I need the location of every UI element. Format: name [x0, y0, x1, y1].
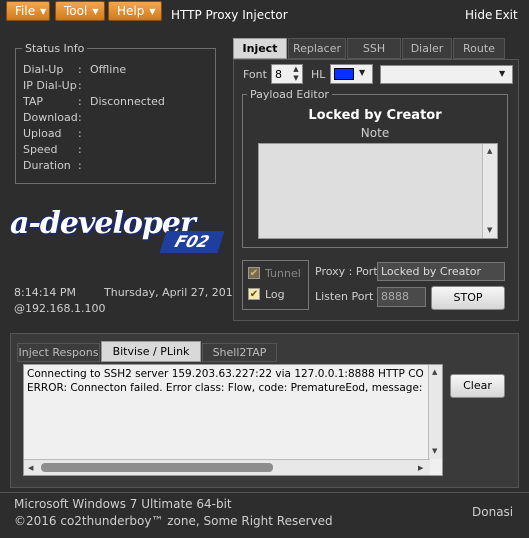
status-row-tap: TAP: Disconnected — [23, 95, 165, 108]
payload-textarea[interactable]: ▲ ▼ — [258, 143, 498, 239]
highlight-color-picker[interactable]: ▼ — [330, 64, 373, 84]
tab-inject-respons[interactable]: Inject Respons — [17, 343, 100, 362]
tunnel-label: Tunnel — [265, 267, 301, 280]
font-size-value: 8 — [275, 68, 282, 81]
ip-address: @192.168.1.100 — [14, 302, 106, 315]
copyright: ©2016 co2thunderboy™ zone, Some Right Re… — [14, 514, 333, 528]
stepper-up-icon[interactable]: ▲ — [290, 65, 302, 74]
tap-value: Disconnected — [90, 95, 165, 108]
status-row-dialup: Dial-Up: Offline — [23, 63, 127, 76]
hide-button[interactable]: Hide — [465, 8, 492, 22]
chevron-down-icon: ▼ — [92, 7, 99, 16]
chevron-down-icon: ▼ — [499, 69, 506, 78]
log-horizontal-scrollbar[interactable]: ◀ ▶ — [24, 459, 430, 475]
chevron-down-icon: ▼ — [40, 7, 47, 16]
scroll-thumb[interactable] — [41, 463, 273, 472]
file-menu-label: File — [15, 4, 36, 18]
clock-time: 8:14:14 PM — [14, 286, 77, 299]
scroll-left-icon[interactable]: ◀ — [28, 464, 33, 472]
scroll-up-icon[interactable]: ▲ — [432, 368, 437, 376]
log-output[interactable]: ▲ ▼ ◀ ▶ — [23, 364, 443, 476]
listen-port-field[interactable]: 8888 — [377, 287, 426, 307]
clear-button[interactable]: Clear — [450, 374, 505, 398]
log-checkbox[interactable]: ✔ — [248, 288, 260, 300]
editor-title: Locked by Creator — [308, 108, 442, 123]
tab-replacer[interactable]: Replacer — [288, 38, 346, 59]
tool-menu-label: Tool — [64, 4, 88, 18]
editor-note: Note — [360, 126, 390, 140]
listen-port-label: Listen Port — [315, 290, 374, 303]
app-title: HTTP Proxy Injector — [171, 8, 288, 22]
font-label: Font — [243, 68, 267, 81]
log-line: ERROR: Connecton failed. Error class: Fl… — [27, 382, 423, 394]
textarea-scrollbar[interactable]: ▲ ▼ — [482, 144, 497, 238]
tab-route[interactable]: Route — [453, 38, 505, 59]
exit-button[interactable]: Exit — [495, 8, 518, 22]
proxy-port-field[interactable]: Locked by Creator — [377, 262, 505, 281]
highlight-color-swatch — [334, 68, 354, 80]
tunnel-checkbox[interactable]: ✔ — [248, 267, 260, 279]
stepper-down-icon[interactable]: ▼ — [290, 74, 302, 83]
stop-button[interactable]: STOP — [431, 286, 505, 310]
tab-ssh[interactable]: SSH — [347, 38, 401, 59]
chevron-down-icon: ▼ — [359, 68, 366, 77]
donasi-link[interactable]: Donasi — [472, 505, 513, 519]
status-row-speed: Speed: — [23, 143, 82, 156]
payload-editor-legend: Payload Editor — [247, 88, 332, 101]
chevron-down-icon: ▼ — [149, 7, 156, 16]
scroll-down-icon[interactable]: ▼ — [487, 226, 492, 234]
footer-divider — [0, 492, 529, 493]
hl-label: HL — [311, 68, 326, 81]
proxy-port-label: Proxy : Port — [315, 265, 378, 278]
dialup-value: Offline — [90, 63, 127, 76]
clock-date: Thursday, April 27, 2017 — [104, 286, 240, 299]
scroll-up-icon[interactable]: ▲ — [487, 147, 492, 155]
log-vertical-scrollbar[interactable]: ▲ ▼ — [428, 365, 442, 459]
os-info: Microsoft Windows 7 Ultimate 64-bit — [14, 497, 232, 511]
tab-inject[interactable]: Inject — [233, 38, 287, 59]
file-menu[interactable]: File ▼ — [6, 1, 50, 21]
tab-bitvise-plink-log[interactable]: Bitvise / PLink Log — [101, 341, 201, 378]
scroll-down-icon[interactable]: ▼ — [432, 447, 437, 455]
status-row-ip-dialup: IP Dial-Up: — [23, 79, 82, 92]
tab-dialer[interactable]: Dialer — [402, 38, 452, 59]
font-size-stepper[interactable]: 8 ▲ ▼ — [271, 64, 303, 84]
tool-menu[interactable]: Tool ▼ — [55, 1, 105, 21]
payload-select[interactable]: ▼ — [380, 65, 513, 84]
status-row-download: Download: — [23, 111, 82, 124]
logo-badge: F02 — [159, 231, 225, 253]
status-row-duration: Duration: — [23, 159, 82, 172]
help-menu-label: Help — [117, 4, 145, 18]
tab-shell2tap-log[interactable]: Shell2TAP Log — [202, 343, 277, 377]
help-menu[interactable]: Help ▼ — [108, 1, 162, 21]
log-label: Log — [265, 288, 285, 301]
status-info-legend: Status Info — [22, 42, 88, 55]
scroll-right-icon[interactable]: ▶ — [418, 464, 423, 472]
log-line: Connecting to SSH2 server 159.203.63.227… — [27, 368, 423, 380]
status-row-upload: Upload: — [23, 127, 82, 140]
